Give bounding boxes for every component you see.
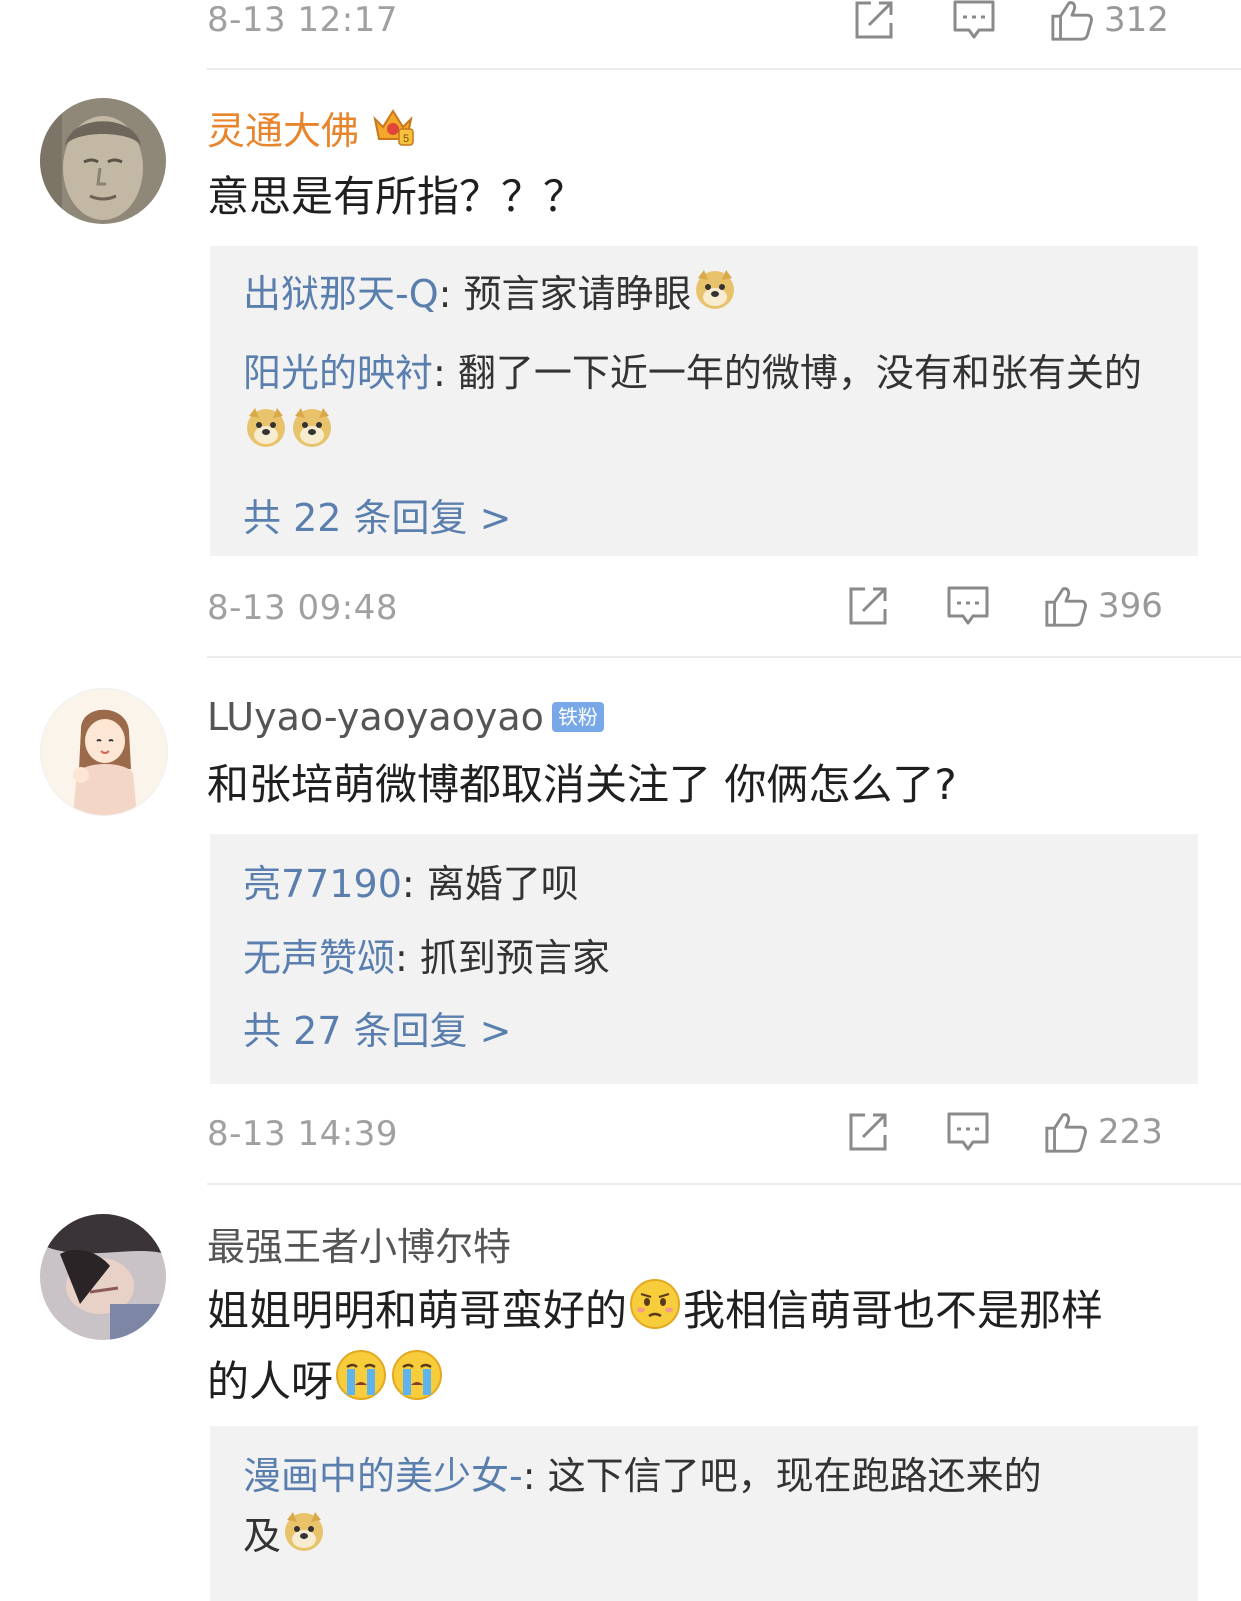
like-icon[interactable] [1050,0,1094,42]
comment-time: 8-13 12:17 [207,0,398,40]
comment-time: 8-13 09:48 [207,588,398,628]
divider [207,656,1241,658]
comment-text-part: 我相信萌哥也不是那样 [683,1286,1104,1335]
sad-emoji [629,1278,681,1349]
comment-text-part: 的人呀 [207,1357,334,1406]
reply-box[interactable]: 出狱那天-Q: 预言家请睁眼 阳光的映衬: 翻了一下近一年的微博，没有和张有关的… [210,246,1198,556]
username[interactable]: LUyao-yaoyaoyao [207,695,544,739]
username[interactable]: 灵通大佛 [207,100,359,155]
fan-badge: 铁粉 [551,702,604,732]
comment-text: 姐姐明明和萌哥蛮好的 我相信萌哥也不是那样 的人呀 [207,1278,1187,1420]
like-icon[interactable] [1044,584,1088,628]
comment-text: 和张培萌微博都取消关注了 你俩怎么了? [207,760,957,809]
reply-colon: : [438,272,464,316]
share-icon[interactable] [846,584,890,628]
comment-icon[interactable] [946,584,990,628]
comment-actions: 396 [846,584,1163,628]
avatar[interactable] [40,688,168,816]
reply-colon: : [522,1454,548,1498]
share-icon[interactable] [852,0,896,42]
reply-item: 漫画中的美少女-: 这下信了吧，现在跑路还来的 及 [243,1446,1173,1569]
comment-actions: 312 [852,0,1169,42]
comment-header: LUyao-yaoyaoyao 铁粉 [207,690,604,744]
reply-box[interactable]: 漫画中的美少女-: 这下信了吧，现在跑路还来的 及 [210,1426,1198,1601]
cry-emoji [391,1349,443,1420]
like-icon[interactable] [1044,1110,1088,1154]
share-icon[interactable] [846,1110,890,1154]
reply-text: 离婚了呗 [426,862,579,906]
reply-username[interactable]: 出狱那天-Q [243,272,439,316]
reply-text: 翻了一下近一年的微博，没有和张有关的 [457,350,1142,395]
reply-colon: : [433,350,458,395]
reply-username[interactable]: 阳光的映衬 [243,351,433,395]
like-count: 223 [1098,1112,1163,1152]
avatar[interactable] [40,1214,166,1340]
like-count: 312 [1104,0,1169,40]
svg-text:5: 5 [403,133,409,145]
reply-text: 抓到预言家 [419,936,610,980]
reply-text: 这下信了吧，现在跑路还来的 [547,1454,1042,1498]
reply-text: 及 [243,1514,282,1558]
comment-header: 最强王者小博尔特 [207,1216,511,1270]
doge-emoji [694,267,736,327]
avatar[interactable] [40,98,166,224]
comment-text: 意思是有所指？？？ [207,172,586,221]
reply-username[interactable]: 无声赞颂 [243,936,395,980]
divider [207,68,1241,70]
more-replies-link[interactable]: 共 27 条回复 > [243,1000,1198,1055]
reply-username[interactable]: 漫画中的美少女- [243,1454,523,1498]
username[interactable]: 最强王者小博尔特 [207,1216,511,1271]
comment-icon[interactable] [952,0,996,42]
reply-text: 预言家请睁眼 [463,272,692,316]
comment-icon[interactable] [946,1110,990,1154]
like-count: 396 [1098,586,1163,626]
comment-actions: 223 [846,1110,1163,1154]
reply-item: 无声赞颂: 抓到预言家 [243,928,1173,988]
more-replies-link[interactable]: 共 22 条回复 > [243,487,1198,542]
divider [207,1183,1241,1185]
doge-emoji [245,405,287,465]
doge-emoji [291,405,333,465]
comment-text-part: 姐姐明明和萌哥蛮好的 [207,1286,628,1335]
reply-username[interactable]: 亮77190 [243,862,402,906]
doge-emoji [283,1509,325,1569]
comment-header: 灵通大佛 5 [207,100,415,154]
crown-badge-icon: 5 [371,103,415,151]
reply-item: 亮77190: 离婚了呗 [243,854,1173,914]
reply-colon: : [395,936,420,980]
cry-emoji [335,1349,387,1420]
comment-time: 8-13 14:39 [207,1114,398,1154]
reply-item: 阳光的映衬: 翻了一下近一年的微博，没有和张有关的 [243,343,1173,466]
reply-colon: : [401,862,427,906]
reply-item: 出狱那天-Q: 预言家请睁眼 [243,264,1173,327]
reply-box[interactable]: 亮77190: 离婚了呗 无声赞颂: 抓到预言家 共 27 条回复 > [210,834,1198,1084]
